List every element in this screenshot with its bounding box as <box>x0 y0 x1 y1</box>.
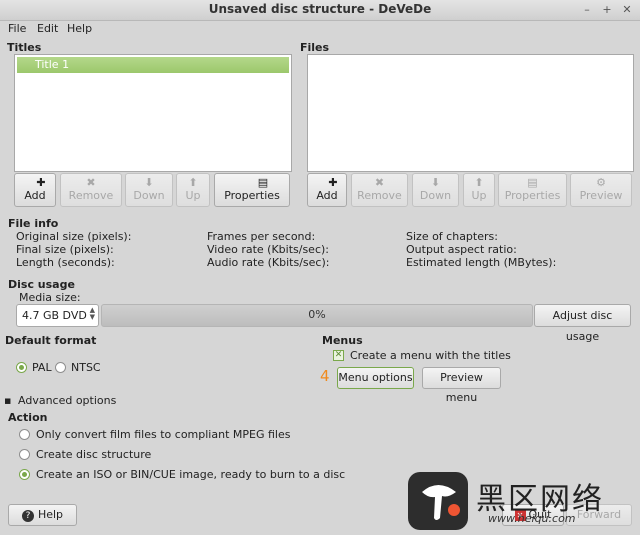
create-menu-label: Create a menu with the titles <box>350 349 511 362</box>
annotation-4: 4 <box>320 367 330 385</box>
action-convert-label: Only convert film files to compliant MPE… <box>36 428 291 441</box>
action-radio-iso[interactable] <box>19 469 30 480</box>
titles-list[interactable]: Title 1 <box>14 54 292 172</box>
files-properties-label: Properties <box>504 189 561 202</box>
files-down-button[interactable]: ⬇ Down <box>412 173 459 207</box>
maximize-icon[interactable]: + <box>600 3 614 17</box>
advanced-options-expander[interactable]: Advanced options <box>18 394 116 407</box>
est-length-label: Estimated length (MBytes): <box>406 256 557 269</box>
media-size-select[interactable]: 4.7 GB DVD ▲ ▼ <box>16 304 99 327</box>
default-format-label: Default format <box>5 334 97 347</box>
titles-properties-label: Properties <box>224 189 280 202</box>
ntsc-label: NTSC <box>71 361 101 374</box>
close-icon[interactable]: ✕ <box>620 3 634 17</box>
add-icon: ✚ <box>36 176 46 189</box>
action-radio-structure[interactable] <box>19 449 30 460</box>
files-remove-button[interactable]: ✖ Remove <box>351 173 408 207</box>
titles-down-button[interactable]: ⬇ Down <box>125 173 173 207</box>
disc-usage-label: Disc usage <box>8 278 75 291</box>
title-row[interactable]: Title 1 <box>17 57 289 73</box>
aspect-label: Output aspect ratio: <box>406 243 517 256</box>
titles-remove-label: Remove <box>68 189 114 202</box>
adjust-disc-usage-button[interactable]: Adjust disc usage <box>534 304 631 343</box>
menu-help[interactable]: Help <box>67 22 92 35</box>
help-label: Help <box>37 508 64 521</box>
arrow-up-icon: ⬆ <box>474 176 484 189</box>
files-list[interactable] <box>307 54 634 172</box>
menu-edit[interactable]: Edit <box>37 22 58 35</box>
watermark-url: www.heiqu.com <box>488 512 576 525</box>
pal-radio[interactable] <box>16 362 27 373</box>
menu-options-button[interactable]: Menu options <box>337 367 414 389</box>
media-size-label: Media size: <box>19 291 81 304</box>
files-remove-label: Remove <box>357 189 402 202</box>
file-info-label: File info <box>8 217 59 230</box>
files-label: Files <box>300 41 330 54</box>
window-title: Unsaved disc structure - DeVeDe <box>208 2 432 16</box>
action-label: Action <box>8 411 48 424</box>
remove-icon: ✖ <box>374 176 385 189</box>
arrow-down-icon: ⬇ <box>430 176 441 189</box>
titles-remove-button[interactable]: ✖ Remove <box>60 173 122 207</box>
titles-properties-button[interactable]: ▤ Properties <box>214 173 290 207</box>
remove-icon: ✖ <box>86 176 96 189</box>
properties-icon: ▤ <box>527 176 538 189</box>
chapters-label: Size of chapters: <box>406 230 498 243</box>
pal-label: PAL <box>32 361 52 374</box>
minimize-icon[interactable]: – <box>580 3 594 17</box>
expander-icon[interactable]: ▪ <box>4 394 11 407</box>
files-properties-button[interactable]: ▤ Properties <box>498 173 567 207</box>
titles-add-label: Add <box>24 189 46 202</box>
files-add-button[interactable]: ✚ Add <box>307 173 347 207</box>
titles-up-label: Up <box>185 189 201 202</box>
preview-menu-button[interactable]: Preview menu <box>422 367 501 404</box>
spinner-icon: ▲ ▼ <box>89 306 95 321</box>
titles-add-button[interactable]: ✚ Add <box>14 173 56 207</box>
ntsc-radio[interactable] <box>55 362 66 373</box>
create-menu-checkbox[interactable]: ✕ <box>333 350 344 361</box>
audio-rate-label: Audio rate (Kbits/sec): <box>207 256 330 269</box>
files-up-button[interactable]: ⬆ Up <box>463 173 495 207</box>
menu-file[interactable]: File <box>8 22 26 35</box>
original-size-label: Original size (pixels): <box>16 230 132 243</box>
action-radio-convert[interactable] <box>19 429 30 440</box>
watermark: 黑区网络 www.heiqu.com <box>408 470 638 532</box>
fps-label: Frames per second: <box>207 230 316 243</box>
gear-icon: ⚙ <box>596 176 606 189</box>
titles-label: Titles <box>7 41 42 54</box>
files-preview-button[interactable]: ⚙ Preview <box>570 173 632 207</box>
help-button[interactable]: ? Help <box>8 504 77 526</box>
menu-bar: File Edit Help <box>0 20 640 38</box>
title-bar: Unsaved disc structure - DeVeDe – + ✕ <box>0 0 640 21</box>
properties-icon: ▤ <box>257 176 269 189</box>
add-icon: ✚ <box>328 176 338 189</box>
menus-label: Menus <box>322 334 363 347</box>
titles-down-label: Down <box>133 189 165 202</box>
video-rate-label: Video rate (Kbits/sec): <box>207 243 329 256</box>
arrow-up-icon: ⬆ <box>188 176 198 189</box>
files-down-label: Down <box>419 189 452 202</box>
titles-up-button[interactable]: ⬆ Up <box>176 173 210 207</box>
final-size-label: Final size (pixels): <box>16 243 114 256</box>
action-iso-label: Create an ISO or BIN/CUE image, ready to… <box>36 468 346 481</box>
files-up-label: Up <box>471 189 487 202</box>
disc-usage-percent: 0% <box>308 308 326 321</box>
arrow-down-icon: ⬇ <box>144 176 154 189</box>
disc-usage-progress: 0% <box>101 304 533 327</box>
media-size-value: 4.7 GB DVD <box>22 309 87 322</box>
app-window: Unsaved disc structure - DeVeDe – + ✕ Fi… <box>0 0 640 535</box>
length-label: Length (seconds): <box>16 256 115 269</box>
files-preview-label: Preview <box>579 189 623 202</box>
help-icon: ? <box>21 510 34 522</box>
files-add-label: Add <box>316 189 338 202</box>
action-structure-label: Create disc structure <box>36 448 152 461</box>
